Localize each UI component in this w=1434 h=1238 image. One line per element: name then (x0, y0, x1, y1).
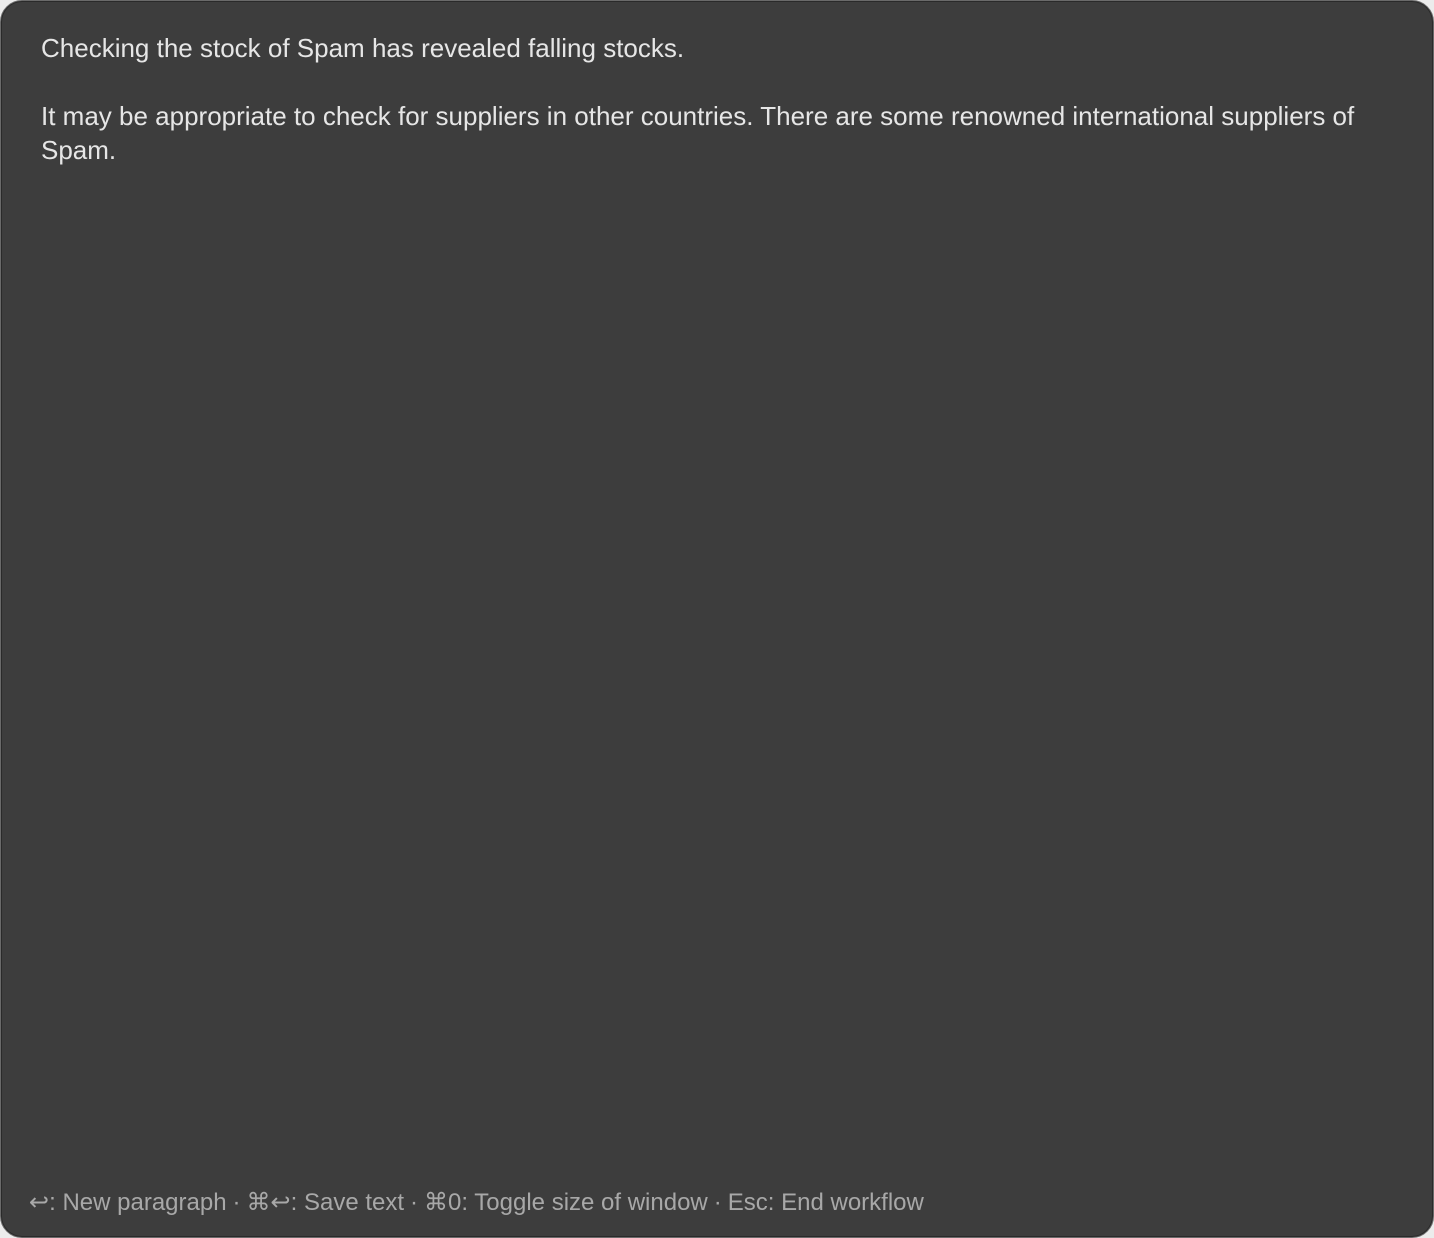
editor-paragraph: It may be appropriate to check for suppl… (41, 101, 1355, 165)
editor-paragraph: Checking the stock of Spam has revealed … (41, 33, 685, 63)
hint-new-paragraph: ↩: New paragraph (29, 1189, 227, 1216)
keyboard-hints-bar: ↩: New paragraph · ⌘↩: Save text · ⌘0: Toggl… (29, 1187, 924, 1219)
hint-end-workflow: Esc: End workflow (727, 1189, 924, 1216)
text-editor-area[interactable]: Checking the stock of Spam has revealed … (41, 31, 1391, 1171)
hint-separator: · (232, 1189, 241, 1216)
hint-toggle-window-size: ⌘0: Toggle size of window (424, 1189, 708, 1216)
text-editor-window: Checking the stock of Spam has revealed … (0, 0, 1434, 1238)
hint-separator: · (410, 1189, 419, 1216)
hint-separator: · (713, 1189, 722, 1216)
hint-save-text: ⌘↩: Save text (246, 1189, 405, 1216)
